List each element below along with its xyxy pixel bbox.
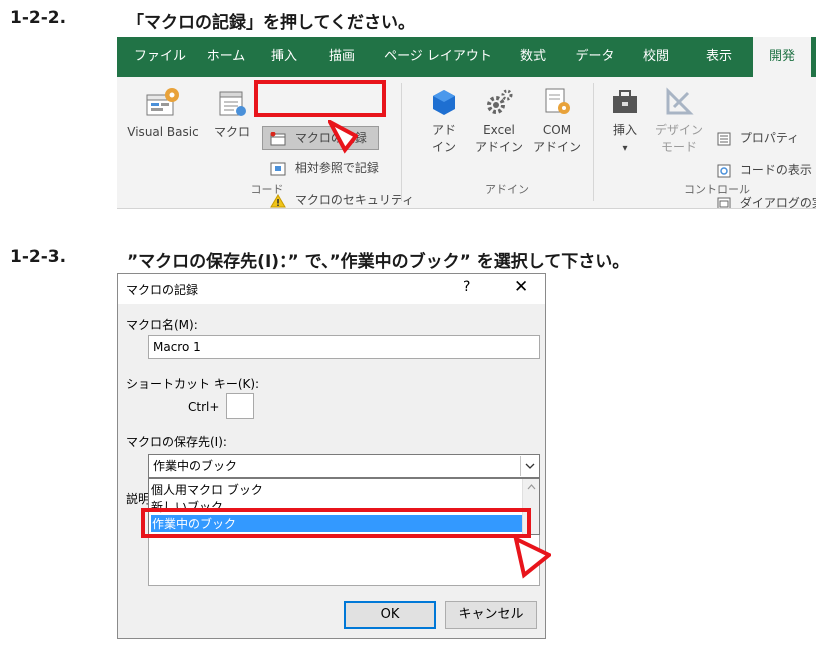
toolbox-icon [613, 90, 637, 113]
view-code-icon [717, 164, 731, 177]
properties-button[interactable]: プロパティ [717, 127, 799, 149]
tab-draw[interactable]: 描画 [313, 37, 371, 77]
store-macro-select[interactable]: 作業中のブック [148, 454, 540, 478]
dialog-title: マクロの記録 [126, 283, 199, 297]
store-macro-value: 作業中のブック [153, 459, 238, 473]
macros-button[interactable]: マクロ [207, 87, 257, 141]
insert-control-label: 挿入 [612, 123, 637, 137]
design-mode-icon [666, 87, 694, 115]
com-addins-label-1: COM [542, 123, 572, 137]
pointer-arrow-icon [513, 535, 551, 579]
record-macro-callout-box [254, 80, 386, 117]
tab-page-layout[interactable]: ページ レイアウト [379, 37, 497, 77]
addins-label-2: イン [431, 140, 456, 154]
gear-icon [487, 89, 513, 114]
close-icon[interactable]: ✕ [514, 277, 528, 297]
option-personal-macro-workbook[interactable]: 個人用マクロ ブック [151, 481, 263, 498]
macros-icon [219, 91, 246, 116]
macro-name-label: マクロ名(M): [126, 318, 198, 332]
visual-basic-button[interactable]: Visual Basic [123, 87, 203, 141]
tab-view[interactable]: 表示 [689, 37, 749, 77]
properties-label: プロパティ [739, 131, 800, 145]
cancel-button[interactable]: キャンセル [445, 601, 537, 629]
design-mode-button[interactable]: デザイン モード [651, 87, 707, 156]
visual-basic-label: Visual Basic [127, 125, 199, 139]
view-code-button[interactable]: コードの表示 [717, 159, 812, 181]
controls-group-label: コントロール [684, 183, 750, 196]
tab-developer[interactable]: 開発 [753, 37, 811, 77]
com-addins-button[interactable]: COM アドイン [529, 87, 585, 156]
tab-home[interactable]: ホーム [197, 37, 255, 77]
relative-reference-icon [270, 162, 286, 175]
tab-review[interactable]: 校閲 [628, 37, 684, 77]
insert-control-button[interactable]: 挿入 ▾ [601, 87, 649, 157]
addins-button[interactable]: アド イン [419, 87, 469, 156]
step-instruction: 「マクロの記録」を押してください。 [127, 13, 415, 33]
this-workbook-callout-box [141, 508, 531, 538]
step-heading-1-2-3: 1-2-3. ”マクロの保存先(I)：” で、”作業中のブック” を選択して下さ… [10, 247, 820, 272]
chevron-down-icon: ▾ [622, 143, 628, 154]
shortcut-key-label: ショートカット キー(K): [126, 377, 260, 391]
com-addins-icon [545, 88, 570, 114]
addins-group-label: アドイン [485, 183, 529, 196]
addins-store-icon [433, 90, 455, 115]
excel-addins-label-2: アドイン [474, 140, 523, 154]
properties-icon [717, 132, 731, 145]
step-instruction: ”マクロの保存先(I)：” で、”作業中のブック” を選択して下さい。 [127, 252, 630, 272]
relative-reference-label: 相対参照で記録 [294, 161, 379, 175]
shortcut-key-input[interactable] [226, 393, 254, 419]
view-code-label: コードの表示 [739, 163, 812, 177]
excel-ribbon: ファイル ホーム 挿入 描画 ページ レイアウト 数式 データ 校閲 表示 開発… [117, 37, 816, 209]
excel-addins-button[interactable]: Excel アドイン [471, 87, 527, 156]
visual-basic-icon [146, 88, 179, 116]
macro-name-input[interactable]: Macro 1 [148, 335, 540, 359]
step-number: 1-2-2. [10, 8, 67, 28]
tab-file[interactable]: ファイル [123, 37, 197, 77]
pointer-arrow-icon [328, 120, 358, 154]
ribbon-tab-bar: ファイル ホーム 挿入 描画 ページ レイアウト 数式 データ 校閲 表示 開発 [117, 37, 816, 77]
ok-button[interactable]: OK [344, 601, 436, 629]
design-mode-label-1: デザイン [654, 123, 703, 137]
run-dialog-label: ダイアログの実行 [739, 196, 816, 209]
dialog-title-bar: マクロの記録 ? ✕ [118, 274, 545, 304]
step-heading-1-2-2: 1-2-2. 「マクロの記録」を押してください。 [10, 8, 710, 33]
ribbon-body: Visual Basic マクロ マクロの記録 相対参照で記録 マクロのセキュリ… [117, 77, 816, 209]
chevron-down-icon [525, 463, 535, 469]
code-group-label: コード [250, 183, 284, 196]
addins-label-1: アド [431, 123, 456, 137]
design-mode-label-2: モード [660, 140, 697, 154]
record-macro-dialog: マクロの記録 ? ✕ マクロ名(M): Macro 1 ショートカット キー(K… [117, 273, 546, 639]
tab-formulas[interactable]: 数式 [505, 37, 561, 77]
store-macro-label: マクロの保存先(I): [126, 435, 227, 449]
dropdown-toggle[interactable] [520, 456, 538, 476]
com-addins-label-2: アドイン [532, 140, 581, 154]
macros-label: マクロ [213, 125, 250, 139]
group-separator [401, 83, 402, 201]
scroll-up-icon[interactable] [523, 479, 540, 495]
tab-insert[interactable]: 挿入 [255, 37, 313, 77]
ctrl-label: Ctrl+ [188, 400, 220, 414]
help-button[interactable]: ? [463, 279, 470, 295]
step-number: 1-2-3. [10, 247, 67, 267]
excel-addins-label-1: Excel [483, 123, 515, 137]
use-relative-references-button[interactable]: 相対参照で記録 [270, 157, 379, 179]
run-dialog-icon [717, 197, 731, 208]
description-label: 説明 [126, 492, 151, 506]
record-macro-icon [270, 131, 286, 145]
tab-data[interactable]: データ [565, 37, 625, 77]
group-separator [593, 83, 594, 201]
